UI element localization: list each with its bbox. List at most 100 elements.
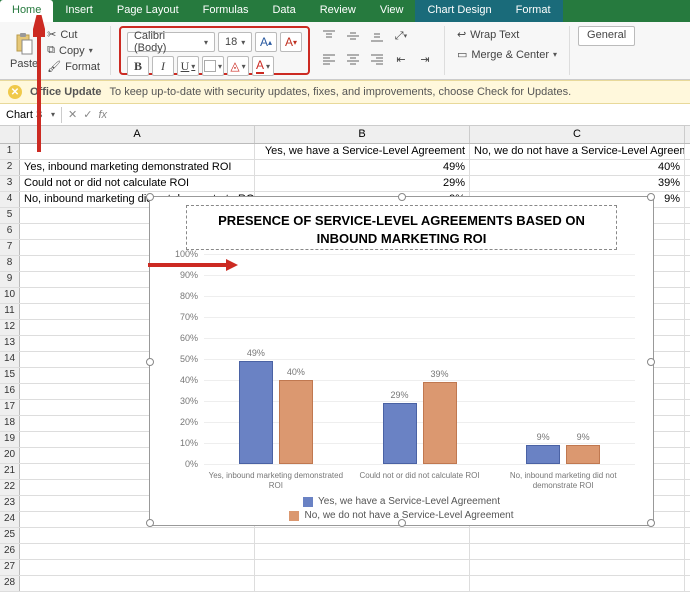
row-header[interactable]: 25 <box>0 528 20 543</box>
close-notice-button[interactable]: ✕ <box>8 85 22 99</box>
cell[interactable] <box>20 544 255 559</box>
chart-resize-handle[interactable] <box>398 519 406 527</box>
row-header[interactable]: 27 <box>0 560 20 575</box>
cell[interactable] <box>20 144 255 159</box>
cell[interactable]: Could not or did not calculate ROI <box>20 176 255 191</box>
row-header[interactable]: 22 <box>0 480 20 495</box>
row-header[interactable]: 26 <box>0 544 20 559</box>
chart-resize-handle[interactable] <box>398 193 406 201</box>
cell[interactable] <box>20 576 255 591</box>
row-header[interactable]: 18 <box>0 416 20 431</box>
grid-row[interactable]: 3Could not or did not calculate ROI29%39… <box>0 176 690 192</box>
row-header[interactable]: 9 <box>0 272 20 287</box>
paste-button[interactable]: Paste <box>6 30 42 72</box>
row-header[interactable]: 16 <box>0 384 20 399</box>
chart-resize-handle[interactable] <box>647 519 655 527</box>
accept-formula-icon[interactable]: ✓ <box>83 108 92 121</box>
grid-row[interactable]: 25 <box>0 528 690 544</box>
number-format-dropdown[interactable]: General <box>578 26 635 46</box>
chart-bar[interactable]: 29% <box>383 403 417 464</box>
increase-font-button[interactable]: A▴ <box>255 32 277 52</box>
cell[interactable]: No, we do not have a Service-Level Agree… <box>470 144 685 159</box>
row-header[interactable]: 7 <box>0 240 20 255</box>
row-header[interactable]: 5 <box>0 208 20 223</box>
cell[interactable] <box>255 528 470 543</box>
copy-button[interactable]: ⧉Copy▾ <box>45 43 102 58</box>
chart-resize-handle[interactable] <box>647 358 655 366</box>
grid-row[interactable]: 26 <box>0 544 690 560</box>
row-header[interactable]: 3 <box>0 176 20 191</box>
row-header[interactable]: 24 <box>0 512 20 527</box>
row-header[interactable]: 8 <box>0 256 20 271</box>
cell[interactable] <box>20 560 255 575</box>
chart-bar[interactable]: 49% <box>239 361 273 464</box>
cell[interactable] <box>255 544 470 559</box>
cell[interactable]: 49% <box>255 160 470 175</box>
align-center-button[interactable] <box>342 49 364 69</box>
col-header-b[interactable]: B <box>255 126 470 143</box>
italic-button[interactable]: I <box>152 56 174 76</box>
align-middle-button[interactable] <box>342 26 364 46</box>
row-header[interactable]: 14 <box>0 352 20 367</box>
row-header[interactable]: 17 <box>0 400 20 415</box>
cell[interactable] <box>470 544 685 559</box>
chart-legend[interactable]: Yes, we have a Service-Level AgreementNo… <box>150 496 653 521</box>
chart-title[interactable]: PRESENCE OF SERVICE-LEVEL AGREEMENTS BAS… <box>186 205 617 250</box>
chart-resize-handle[interactable] <box>146 519 154 527</box>
col-header-a[interactable]: A <box>20 126 255 143</box>
row-header[interactable]: 11 <box>0 304 20 319</box>
grid-row[interactable]: 27 <box>0 560 690 576</box>
row-header[interactable]: 10 <box>0 288 20 303</box>
chart-resize-handle[interactable] <box>146 358 154 366</box>
cell[interactable] <box>20 528 255 543</box>
cancel-formula-icon[interactable]: ✕ <box>68 108 77 121</box>
cut-button[interactable]: ✂Cut <box>45 27 102 42</box>
row-header[interactable]: 20 <box>0 448 20 463</box>
align-right-button[interactable] <box>366 49 388 69</box>
cell[interactable]: 40% <box>470 160 685 175</box>
cell[interactable] <box>470 560 685 575</box>
chart-resize-handle[interactable] <box>647 193 655 201</box>
row-header[interactable]: 28 <box>0 576 20 591</box>
row-header[interactable]: 13 <box>0 336 20 351</box>
row-header[interactable]: 6 <box>0 224 20 239</box>
cell[interactable] <box>255 576 470 591</box>
align-top-button[interactable] <box>318 26 340 46</box>
chart-bar[interactable]: 40% <box>279 380 313 464</box>
name-box[interactable]: Chart 3▾ <box>0 107 62 123</box>
tab-data[interactable]: Data <box>260 0 307 22</box>
font-family-dropdown[interactable]: Calibri (Body)▾ <box>127 32 215 52</box>
row-header[interactable]: 1 <box>0 144 20 159</box>
chart-bar[interactable]: 9% <box>526 445 560 464</box>
font-size-dropdown[interactable]: 18▾ <box>218 32 252 52</box>
merge-center-button[interactable]: ▭Merge & Center▾ <box>453 46 561 63</box>
increase-indent-button[interactable]: ⇥ <box>414 49 436 69</box>
row-header[interactable]: 23 <box>0 496 20 511</box>
tab-home[interactable]: Home <box>0 0 53 22</box>
row-header[interactable]: 4 <box>0 192 20 207</box>
border-button[interactable]: ▾ <box>202 56 224 76</box>
grid-row[interactable]: 28 <box>0 576 690 592</box>
grid-row[interactable]: 1Yes, we have a Service-Level AgreementN… <box>0 144 690 160</box>
cell[interactable] <box>470 576 685 591</box>
cell[interactable]: 29% <box>255 176 470 191</box>
cell[interactable]: 39% <box>470 176 685 191</box>
decrease-font-button[interactable]: A▾ <box>280 32 302 52</box>
embedded-chart[interactable]: PRESENCE OF SERVICE-LEVEL AGREEMENTS BAS… <box>149 196 654 526</box>
cell[interactable] <box>470 528 685 543</box>
formula-input[interactable] <box>113 113 690 117</box>
chart-plot-area[interactable]: 0%10%20%30%40%50%60%70%80%90%100%49%40%2… <box>162 254 641 464</box>
decrease-indent-button[interactable]: ⇤ <box>390 49 412 69</box>
row-header[interactable]: 21 <box>0 464 20 479</box>
fx-icon[interactable]: fx <box>98 109 107 121</box>
chart-bar[interactable]: 39% <box>423 382 457 464</box>
fill-color-button[interactable]: ◬▾ <box>227 56 249 76</box>
chart-bar[interactable]: 9% <box>566 445 600 464</box>
row-header[interactable]: 19 <box>0 432 20 447</box>
bold-button[interactable]: B <box>127 56 149 76</box>
worksheet[interactable]: A B C 1Yes, we have a Service-Level Agre… <box>0 126 690 592</box>
format-painter-button[interactable]: 🖌Format <box>45 59 102 74</box>
wrap-text-button[interactable]: ↩Wrap Text <box>453 26 561 43</box>
col-header-c[interactable]: C <box>470 126 685 143</box>
grid-row[interactable]: 2Yes, inbound marketing demonstrated ROI… <box>0 160 690 176</box>
